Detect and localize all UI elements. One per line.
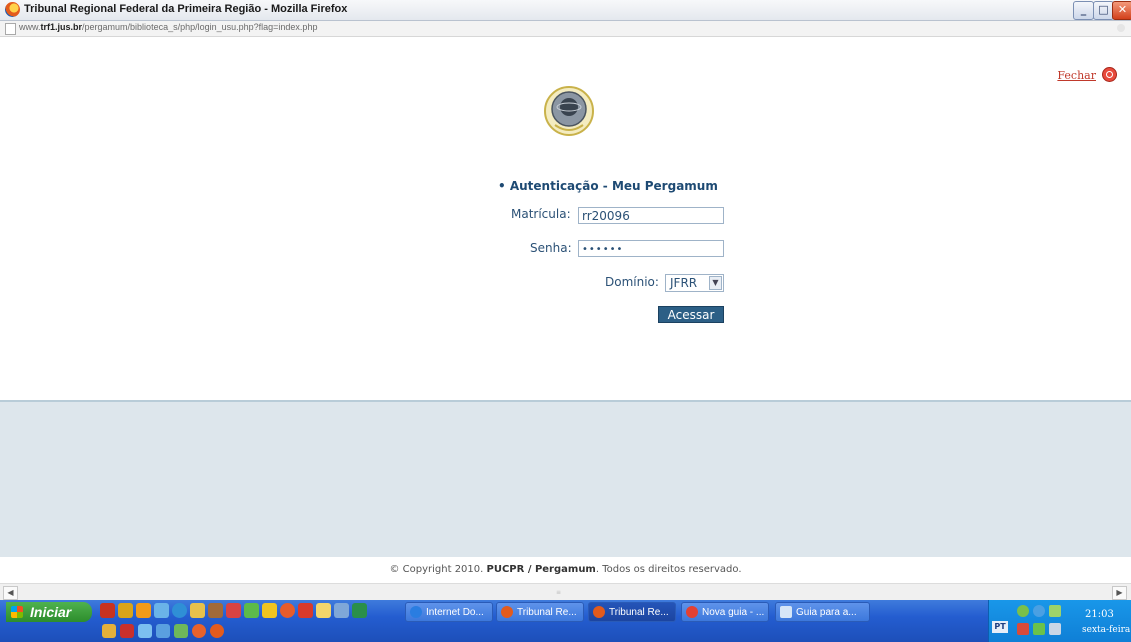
quicklaunch-app-icon[interactable] (334, 603, 349, 618)
footer-band (0, 400, 1131, 559)
taskbar-item-label: Guia para a... (796, 607, 857, 618)
url-text[interactable]: www.trf1.jus.br/pergamum/biblioteca_s/ph… (19, 22, 317, 32)
dominio-select[interactable]: JFRR ▼ (665, 274, 724, 292)
taskbar-item-label: Nova guia - ... (702, 607, 765, 618)
quicklaunch-app-icon[interactable] (244, 603, 259, 618)
taskbar-item-label: Tribunal Re... (609, 607, 669, 618)
quicklaunch-app-icon[interactable] (136, 603, 151, 618)
chrome-icon (686, 606, 698, 618)
horizontal-scrollbar[interactable]: ◀ ≡ ▶ (0, 583, 1131, 601)
quicklaunch-app-icon[interactable] (156, 624, 170, 638)
acessar-button[interactable]: Acessar (658, 306, 724, 323)
taskbar-item-label: Tribunal Re... (517, 607, 577, 618)
taskbar-item[interactable]: Tribunal Re... (496, 602, 584, 622)
quicklaunch-app-icon[interactable] (190, 603, 205, 618)
tribunal-logo-icon (544, 86, 594, 136)
maximize-button[interactable]: □ (1093, 1, 1114, 20)
quicklaunch-app-icon[interactable] (208, 603, 223, 618)
taskbar-item-label: Internet Do... (426, 607, 484, 618)
copyright-brand: PUCPR / Pergamum (486, 564, 596, 575)
copyright-text: © Copyright 2010. PUCPR / Pergamum. Todo… (0, 557, 1131, 583)
quicklaunch-app-icon[interactable] (280, 603, 295, 618)
volume-icon[interactable] (1049, 605, 1061, 617)
signal-icon[interactable] (1033, 623, 1045, 635)
firefox-icon (501, 606, 513, 618)
language-indicator[interactable]: PT (992, 621, 1008, 633)
dominio-selected-value: JFRR (670, 276, 698, 290)
document-icon (780, 606, 792, 618)
copyright-prefix: © Copyright 2010. (389, 564, 484, 575)
system-tray: PT 21:03 sexta-feira (988, 600, 1131, 642)
dominio-label: Domínio: (605, 275, 659, 289)
close-icon[interactable] (1102, 67, 1117, 82)
quicklaunch-app-icon[interactable] (154, 603, 169, 618)
url-prefix: www. (19, 22, 41, 32)
page-icon (5, 23, 16, 35)
close-window-button[interactable]: ✕ (1112, 1, 1131, 20)
senha-input[interactable]: •••••• (578, 240, 724, 257)
quicklaunch-firefox-icon[interactable] (210, 624, 224, 638)
quicklaunch-app-icon[interactable] (316, 603, 331, 618)
copyright-suffix: . Todos os direitos reservado. (595, 564, 742, 575)
taskbar-item[interactable]: Internet Do... (405, 602, 493, 622)
scroll-grip-icon[interactable]: ≡ (556, 589, 562, 596)
address-bar[interactable]: www.trf1.jus.br/pergamum/biblioteca_s/ph… (0, 21, 1131, 37)
taskbar-item[interactable]: Guia para a... (775, 602, 870, 622)
quicklaunch-app-icon[interactable] (102, 624, 116, 638)
url-domain: trf1.jus.br (40, 22, 83, 32)
quicklaunch-app-icon[interactable] (298, 603, 313, 618)
quicklaunch-app-icon[interactable] (120, 624, 134, 638)
windows-logo-icon (11, 606, 23, 618)
quicklaunch-app-icon[interactable] (100, 603, 115, 618)
firefox-icon (5, 2, 20, 17)
senha-label: Senha: (530, 241, 572, 255)
tray-app-icon[interactable] (1033, 605, 1045, 617)
firefox-icon (593, 606, 605, 618)
start-button[interactable]: Iniciar (6, 602, 92, 622)
quicklaunch-app-icon[interactable] (174, 624, 188, 638)
clock-day: sexta-feira (1082, 625, 1131, 635)
taskbar: Iniciar Internet Do... Tribunal Re... Tr… (0, 600, 1131, 642)
chevron-down-icon[interactable]: ▼ (709, 276, 722, 290)
quicklaunch-app-icon[interactable] (192, 624, 206, 638)
window-titlebar: Tribunal Regional Federal da Primeira Re… (0, 0, 1131, 21)
quicklaunch-app-icon[interactable] (226, 603, 241, 618)
scroll-left-icon[interactable]: ◀ (3, 586, 18, 600)
window-title: Tribunal Regional Federal da Primeira Re… (24, 3, 348, 15)
close-link[interactable]: Fechar (1057, 69, 1096, 82)
security-shield-icon[interactable] (1017, 623, 1029, 635)
minimize-button[interactable]: _ (1073, 1, 1094, 20)
quicklaunch-app-icon[interactable] (172, 603, 187, 618)
security-indicator-icon (1117, 24, 1125, 32)
taskbar-item[interactable]: Nova guia - ... (681, 602, 769, 622)
tray-app-icon[interactable] (1049, 623, 1061, 635)
quicklaunch-app-icon[interactable] (352, 603, 367, 618)
quicklaunch-app-icon[interactable] (262, 603, 277, 618)
network-icon[interactable] (1017, 605, 1029, 617)
scroll-right-icon[interactable]: ▶ (1112, 586, 1127, 600)
taskbar-item-active[interactable]: Tribunal Re... (588, 602, 676, 622)
ie-icon (410, 606, 422, 618)
quicklaunch-app-icon[interactable] (138, 624, 152, 638)
url-path: /pergamum/biblioteca_s/php/login_usu.php… (82, 22, 318, 32)
page-content: Fechar • Autenticação - Meu Pergamum Mat… (0, 37, 1131, 400)
start-label: Iniciar (30, 604, 72, 620)
matricula-label: Matrícula: (511, 207, 571, 221)
page-title: • Autenticação - Meu Pergamum (498, 179, 718, 193)
quicklaunch-app-icon[interactable] (118, 603, 133, 618)
clock-time[interactable]: 21:03 (1085, 609, 1114, 620)
matricula-input[interactable]: rr20096 (578, 207, 724, 224)
